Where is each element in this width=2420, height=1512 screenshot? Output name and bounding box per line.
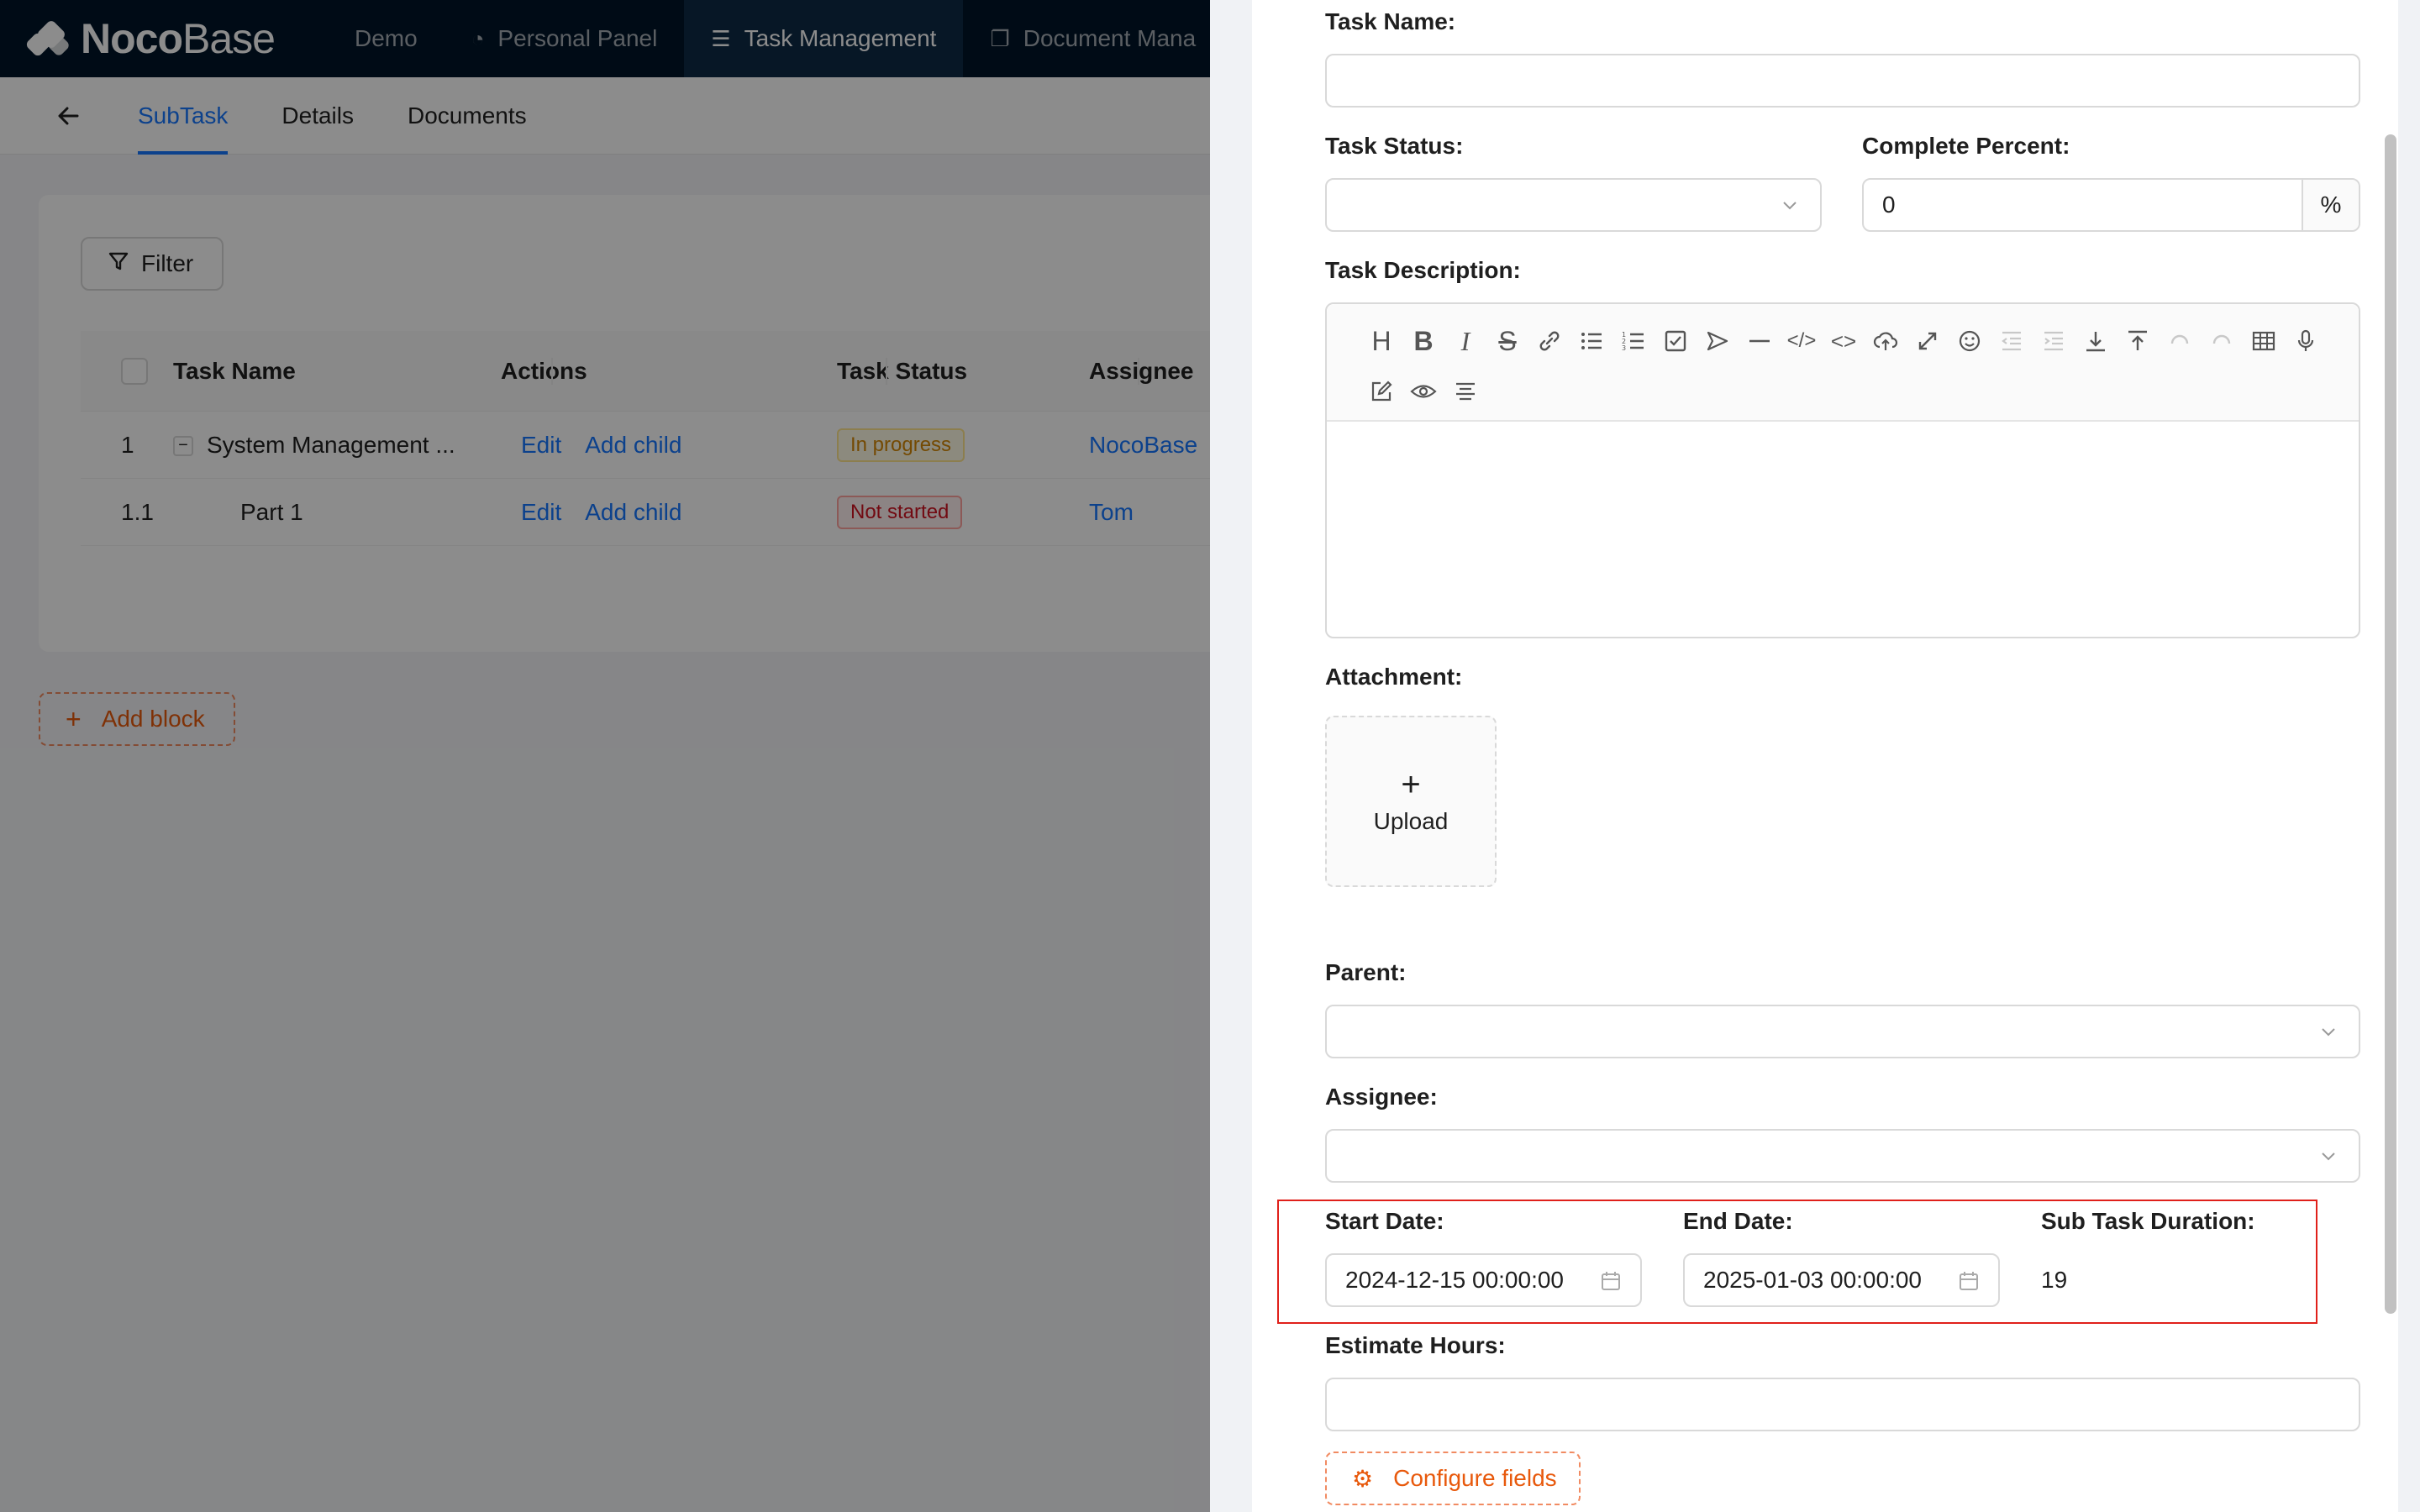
indent-icon[interactable] bbox=[2033, 320, 2075, 362]
configure-fields-button[interactable]: ⚙ Configure fields bbox=[1325, 1452, 1581, 1505]
strikethrough-icon[interactable]: S bbox=[1486, 320, 1528, 362]
upload-cloud-icon[interactable] bbox=[1865, 320, 1907, 362]
task-description-label: Task Description: bbox=[1325, 257, 1521, 283]
outline-icon[interactable] bbox=[1444, 370, 1486, 412]
microphone-icon[interactable] bbox=[2285, 320, 2327, 362]
insert-before-icon[interactable] bbox=[2117, 320, 2159, 362]
upload-button[interactable]: + Upload bbox=[1325, 716, 1497, 887]
date-fields-highlight-box bbox=[1277, 1200, 2317, 1324]
task-status-label: Task Status: bbox=[1325, 133, 1464, 159]
bold-icon[interactable]: B bbox=[1402, 320, 1444, 362]
undo-icon[interactable] bbox=[2159, 320, 2201, 362]
gear-icon: ⚙ bbox=[1352, 1465, 1374, 1492]
assignee-label: Assignee: bbox=[1325, 1084, 1438, 1110]
parent-label: Parent: bbox=[1325, 959, 1407, 985]
plus-icon: + bbox=[1401, 766, 1421, 803]
outdent-icon[interactable] bbox=[1991, 320, 2033, 362]
code-block-icon[interactable]: </> bbox=[1781, 320, 1823, 362]
task-name-label: Task Name: bbox=[1325, 8, 1456, 34]
markdown-editor: H B I S 123 </> <> bbox=[1325, 302, 2360, 638]
task-status-select[interactable] bbox=[1325, 178, 1822, 232]
assignee-select[interactable] bbox=[1325, 1129, 2360, 1183]
estimate-hours-input[interactable] bbox=[1325, 1378, 2360, 1431]
insert-after-icon[interactable] bbox=[2075, 320, 2117, 362]
fullscreen-icon[interactable] bbox=[1907, 320, 1949, 362]
italic-icon[interactable]: I bbox=[1444, 320, 1486, 362]
chevron-down-icon bbox=[2322, 1028, 2335, 1037]
editor-toolbar: H B I S 123 </> <> bbox=[1327, 304, 2359, 422]
upload-label: Upload bbox=[1373, 808, 1449, 834]
edit-mode-icon[interactable] bbox=[1360, 370, 1402, 412]
configure-fields-label: Configure fields bbox=[1393, 1465, 1557, 1491]
attachment-label: Attachment: bbox=[1325, 664, 1463, 690]
percent-suffix: % bbox=[2302, 180, 2359, 230]
redo-icon[interactable] bbox=[2201, 320, 2243, 362]
emoji-icon[interactable] bbox=[1949, 320, 1991, 362]
link-icon[interactable] bbox=[1528, 320, 1570, 362]
quote-icon[interactable] bbox=[1697, 320, 1739, 362]
estimate-hours-label: Estimate Hours: bbox=[1325, 1332, 1506, 1358]
unordered-list-icon[interactable] bbox=[1570, 320, 1612, 362]
task-name-input[interactable] bbox=[1325, 54, 2360, 108]
chevron-down-icon bbox=[2322, 1152, 2335, 1161]
complete-percent-value: 0 bbox=[1882, 192, 1896, 218]
check-list-icon[interactable] bbox=[1655, 320, 1697, 362]
preview-eye-icon[interactable] bbox=[1402, 370, 1444, 412]
complete-percent-input[interactable]: 0 % bbox=[1862, 178, 2360, 232]
horizontal-line-icon[interactable] bbox=[1739, 320, 1781, 362]
parent-select[interactable] bbox=[1325, 1005, 2360, 1058]
drawer-scrollbar[interactable] bbox=[2385, 134, 2396, 1314]
table-icon[interactable] bbox=[2243, 320, 2285, 362]
chevron-down-icon bbox=[1783, 202, 1797, 210]
ordered-list-icon[interactable]: 123 bbox=[1612, 320, 1655, 362]
editor-content-area[interactable] bbox=[1327, 422, 2359, 637]
inline-code-icon[interactable]: <> bbox=[1823, 320, 1865, 362]
complete-percent-label: Complete Percent: bbox=[1862, 133, 2070, 159]
heading-icon[interactable]: H bbox=[1360, 320, 1402, 362]
svg-text:3: 3 bbox=[1622, 344, 1626, 352]
